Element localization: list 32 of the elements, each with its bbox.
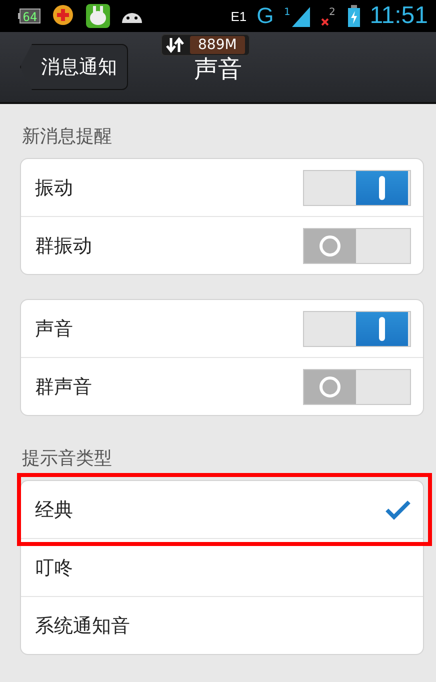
bunny-icon [86, 4, 110, 28]
off-icon [318, 374, 342, 398]
check-icon [385, 500, 411, 520]
sound-option: 叮咚 [35, 554, 411, 580]
setting-label: 振动 [35, 176, 74, 200]
toggle-switch[interactable] [303, 310, 411, 346]
back-button[interactable]: 消息通知 [20, 44, 128, 90]
setting-label: 声音 [35, 316, 74, 342]
clock: 11:51 [370, 4, 428, 28]
traffic-amount: 889M [190, 36, 245, 54]
sound-option-row[interactable]: 系统通知音 [21, 596, 423, 654]
on-icon [379, 316, 385, 340]
data-type-label: E1 [230, 10, 247, 22]
battery-charging-icon [348, 5, 360, 27]
transfer-icon [166, 36, 184, 54]
screen-title: 声音 [194, 57, 242, 81]
setting-label: 群声音 [35, 374, 93, 400]
sound-option-row[interactable]: 叮咚 [21, 538, 423, 596]
section-label: 提示音类型 [21, 447, 113, 471]
toggle-switch[interactable] [303, 170, 411, 206]
sound-option-row[interactable]: 经典 [21, 481, 423, 538]
toggle-switch[interactable] [303, 228, 411, 264]
sound-option: 系统通知音 [35, 612, 411, 638]
battery-icon: 64 [18, 7, 42, 25]
toggle-switch[interactable] [303, 368, 411, 404]
network-type-label: G [256, 5, 274, 27]
section-label: 新消息提醒 [21, 125, 113, 149]
plus-icon [52, 4, 76, 28]
setting-label: 群振动 [35, 234, 93, 258]
on-icon [379, 176, 385, 200]
sound-option: 经典 [35, 496, 385, 522]
off-icon [318, 234, 342, 258]
